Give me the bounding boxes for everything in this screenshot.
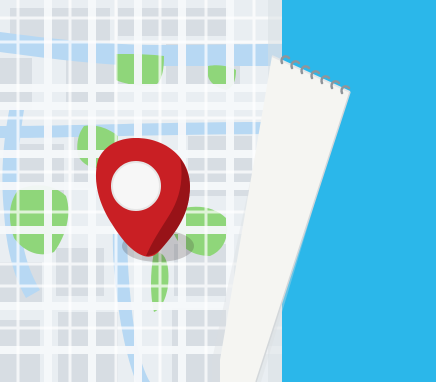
scene-illustration [0,0,436,382]
map-and-notebook-photo [0,0,436,382]
